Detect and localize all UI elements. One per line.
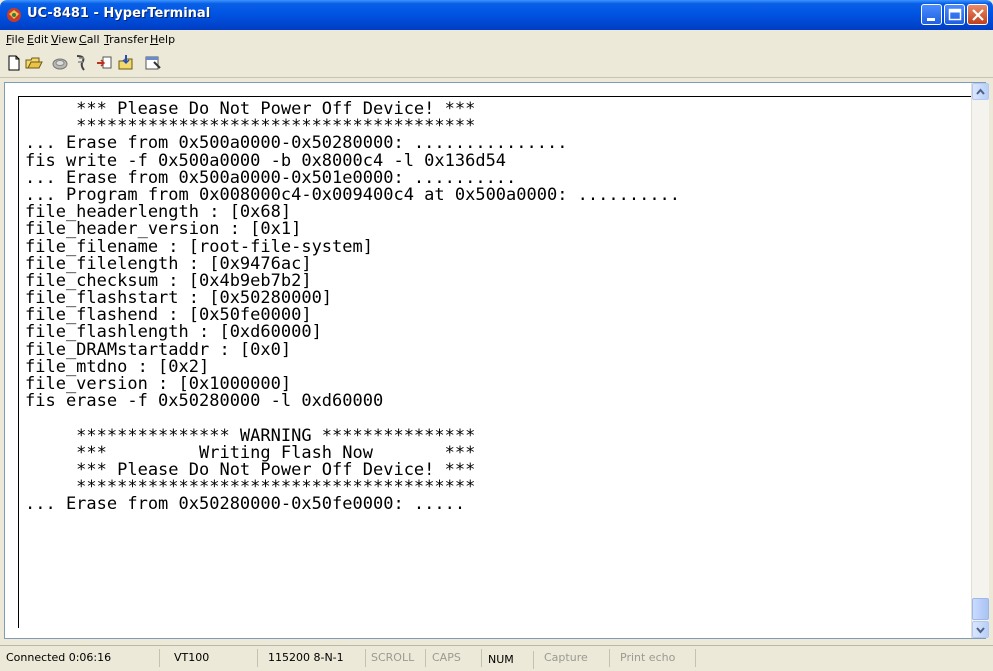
maximize-icon [948, 8, 962, 21]
scroll-thumb[interactable] [972, 598, 989, 620]
menu-file[interactable]: File [6, 33, 24, 46]
title-bar[interactable]: UC-8481 - HyperTerminal [0, 0, 993, 30]
scroll-up-button[interactable] [972, 83, 989, 100]
close-icon [972, 9, 984, 21]
menu-transfer[interactable]: Transfer [104, 33, 148, 46]
status-scroll: SCROLL [366, 649, 426, 667]
terminal-pane[interactable]: *** Please Do Not Power Off Device! *** … [4, 82, 986, 639]
status-bar: Connected 0:06:16 VT100 115200 8-N-1 SCR… [0, 645, 993, 671]
hyperterminal-app-icon [7, 8, 21, 22]
terminal-output[interactable]: *** Please Do Not Power Off Device! *** … [25, 101, 975, 631]
properties-icon[interactable] [143, 53, 163, 73]
close-button[interactable] [967, 4, 988, 25]
toolbar [0, 49, 993, 78]
open-icon[interactable] [24, 53, 44, 73]
status-print-echo: Print echo [610, 649, 696, 667]
receive-icon[interactable] [116, 53, 136, 73]
terminal-line: ... Erase from 0x500a0000-0x50280000: ..… [25, 133, 568, 154]
call-icon[interactable] [50, 53, 70, 73]
vertical-scrollbar[interactable] [971, 83, 989, 638]
status-caps: CAPS [426, 649, 482, 667]
status-emulation: VT100 [160, 649, 258, 667]
new-icon[interactable] [4, 53, 24, 73]
status-port: 115200 8-N-1 [258, 649, 366, 667]
terminal-line: fis erase -f 0x50280000 -l 0xd60000 [25, 391, 384, 412]
terminal-line: file_header_version : [0x1] [25, 219, 302, 240]
minimize-button[interactable] [921, 4, 942, 25]
status-num: NUM [482, 651, 534, 669]
menu-view[interactable]: View [51, 33, 77, 46]
menu-call[interactable]: Call [79, 33, 100, 46]
disconnect-icon[interactable] [71, 53, 91, 73]
scroll-up-arrow-icon [976, 88, 985, 95]
menu-edit[interactable]: Edit [27, 33, 48, 46]
status-connected: Connected 0:06:16 [2, 649, 160, 667]
terminal-line: ... Erase from 0x50280000-0x50fe0000: ..… [25, 494, 466, 515]
status-capture: Capture [534, 649, 610, 667]
send-icon[interactable] [95, 53, 115, 73]
window-title: UC-8481 - HyperTerminal [27, 6, 211, 21]
menu-help[interactable]: Help [150, 33, 175, 46]
scroll-down-button[interactable] [972, 621, 989, 638]
scroll-down-arrow-icon [976, 627, 985, 634]
maximize-button[interactable] [944, 4, 965, 25]
minimize-icon [927, 18, 935, 21]
menu-bar: File Edit View Call Transfer Help [0, 30, 993, 49]
